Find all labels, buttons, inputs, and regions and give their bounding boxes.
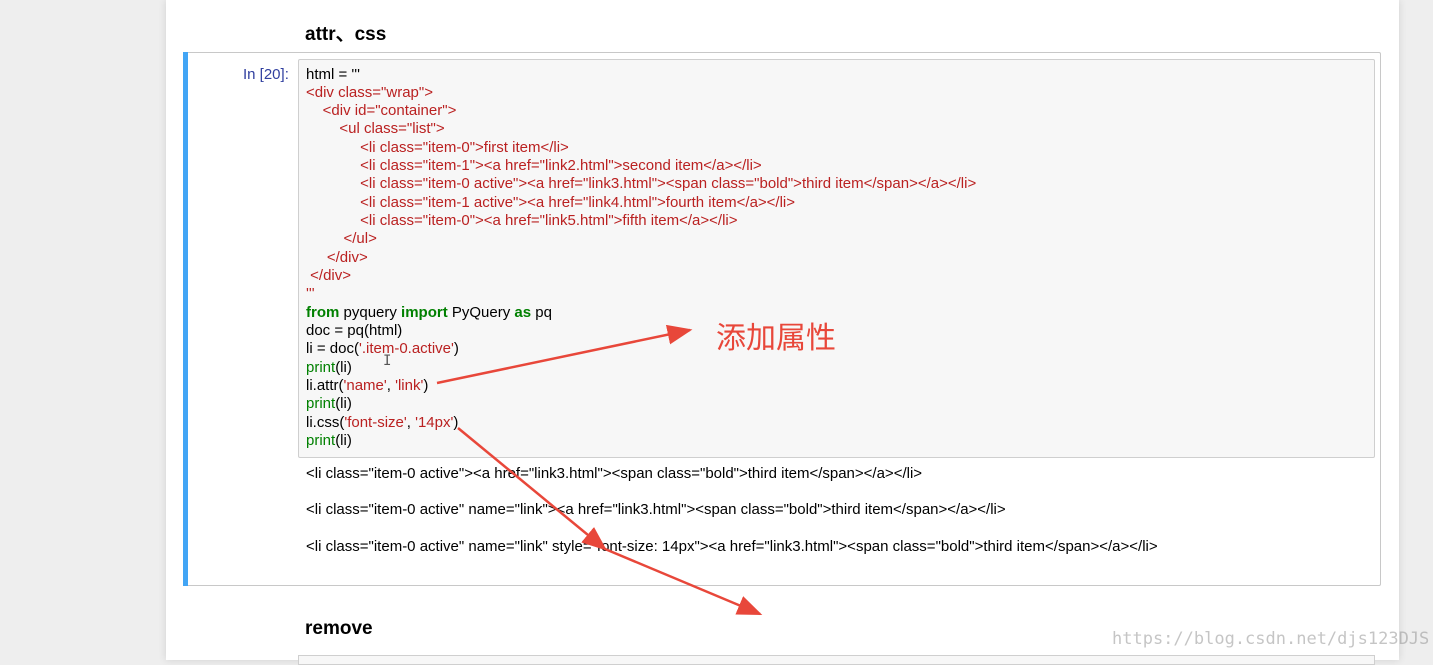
code-line: <ul class="list"> [306, 120, 445, 137]
code-line: </div> [306, 267, 352, 284]
watermark: https://blog.csdn.net/djs123DJS [1112, 629, 1430, 649]
next-cell-input[interactable] [298, 655, 1375, 665]
code-line: <div class="wrap"> [306, 84, 433, 101]
output-line: <li class="item-0 active" name="link" st… [306, 538, 1158, 555]
output-line: <li class="item-0 active" name="link"><a… [306, 501, 1006, 518]
output-line: <li class="item-0 active"><a href="link3… [306, 465, 923, 482]
code-line: </ul> [306, 230, 377, 247]
code-line: </div> [306, 249, 368, 266]
code-line: ''' [306, 285, 315, 302]
code-line: <li class="item-0">first item</li> [306, 139, 569, 156]
code-line: li.attr('name', 'link') [306, 377, 429, 394]
code-line: html = ''' [306, 66, 361, 83]
code-line: print(li) [306, 432, 352, 449]
code-line: li.css('font-size', '14px') [306, 414, 459, 431]
code-line: <div id="container"> [306, 102, 457, 119]
code-line: <li class="item-0 active"><a href="link3… [306, 175, 977, 192]
annotation-label: 添加属性 [716, 321, 836, 356]
section-heading-attr-css: attr、css [305, 24, 387, 45]
code-line: <li class="item-1"><a href="link2.html">… [306, 157, 762, 174]
code-line: <li class="item-1 active"><a href="link4… [306, 194, 796, 211]
code-line: print(li) [306, 395, 352, 412]
text-cursor-icon: I [383, 353, 392, 369]
cell-prompt: In [20]: [243, 66, 289, 83]
section-heading-remove: remove [305, 618, 373, 639]
code-line: print(li) [306, 359, 352, 376]
code-line: <li class="item-0"><a href="link5.html">… [306, 212, 738, 229]
code-input-area[interactable] [298, 59, 1375, 458]
code-line: doc = pq(html) [306, 322, 403, 339]
cell-selected-indicator [183, 52, 188, 586]
code-line-import: from pyquery import PyQuery as pq [306, 304, 552, 321]
